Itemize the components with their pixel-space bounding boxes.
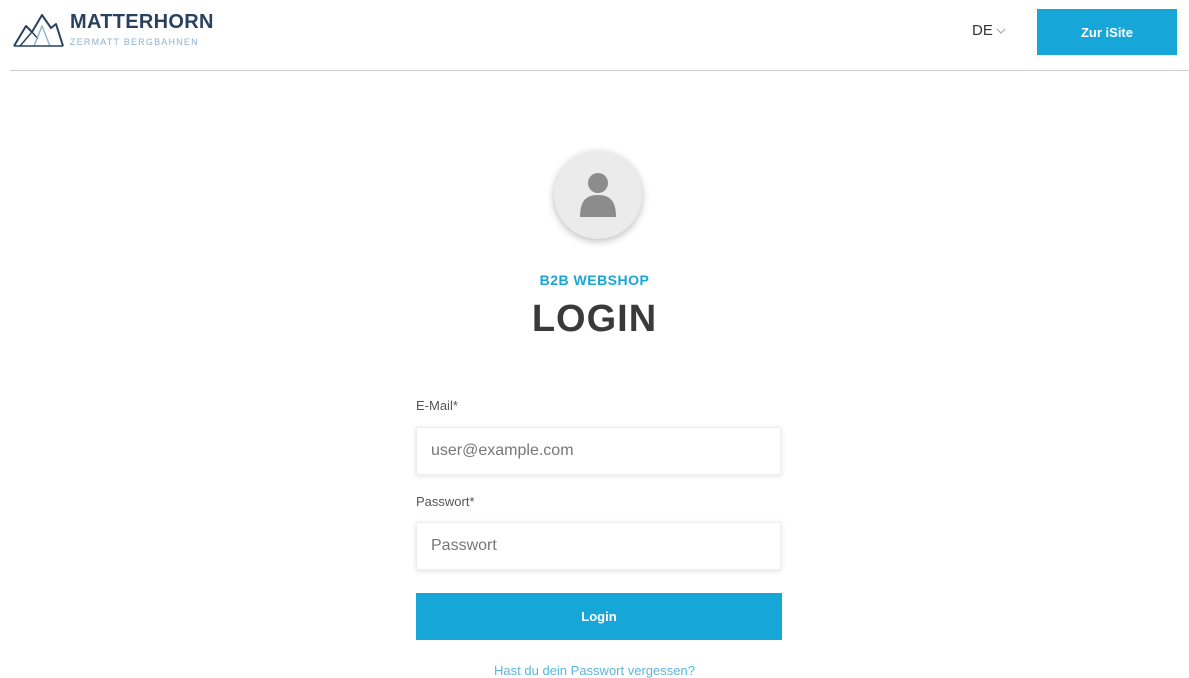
- password-label: Passwort*: [416, 494, 475, 509]
- page-title: LOGIN: [531, 298, 658, 340]
- header-divider: [10, 70, 1189, 71]
- email-field[interactable]: [416, 427, 781, 475]
- language-selector[interactable]: DE: [972, 22, 1006, 39]
- mountain-logo-icon: [13, 14, 64, 47]
- chevron-down-icon: [996, 28, 1006, 34]
- user-icon: [580, 173, 616, 217]
- login-button[interactable]: Login: [416, 593, 782, 640]
- avatar: [554, 151, 642, 239]
- email-label: E-Mail*: [416, 398, 458, 413]
- matterhorn-logo[interactable]: MATTERHORN ZERMATT BERGBAHNEN: [12, 10, 242, 50]
- zur-isite-button[interactable]: Zur iSite: [1037, 9, 1177, 55]
- language-selected: DE: [972, 22, 993, 39]
- logo-subtitle: ZERMATT BERGBAHNEN: [70, 37, 199, 47]
- password-field[interactable]: [416, 522, 781, 570]
- site-header: MATTERHORN ZERMATT BERGBAHNEN DE Zur iSi…: [0, 0, 1189, 70]
- forgot-password-link[interactable]: Hast du dein Passwort vergessen?: [0, 663, 1189, 678]
- logo-title: MATTERHORN: [70, 11, 214, 33]
- page-subtitle: B2B WEBSHOP: [539, 272, 650, 288]
